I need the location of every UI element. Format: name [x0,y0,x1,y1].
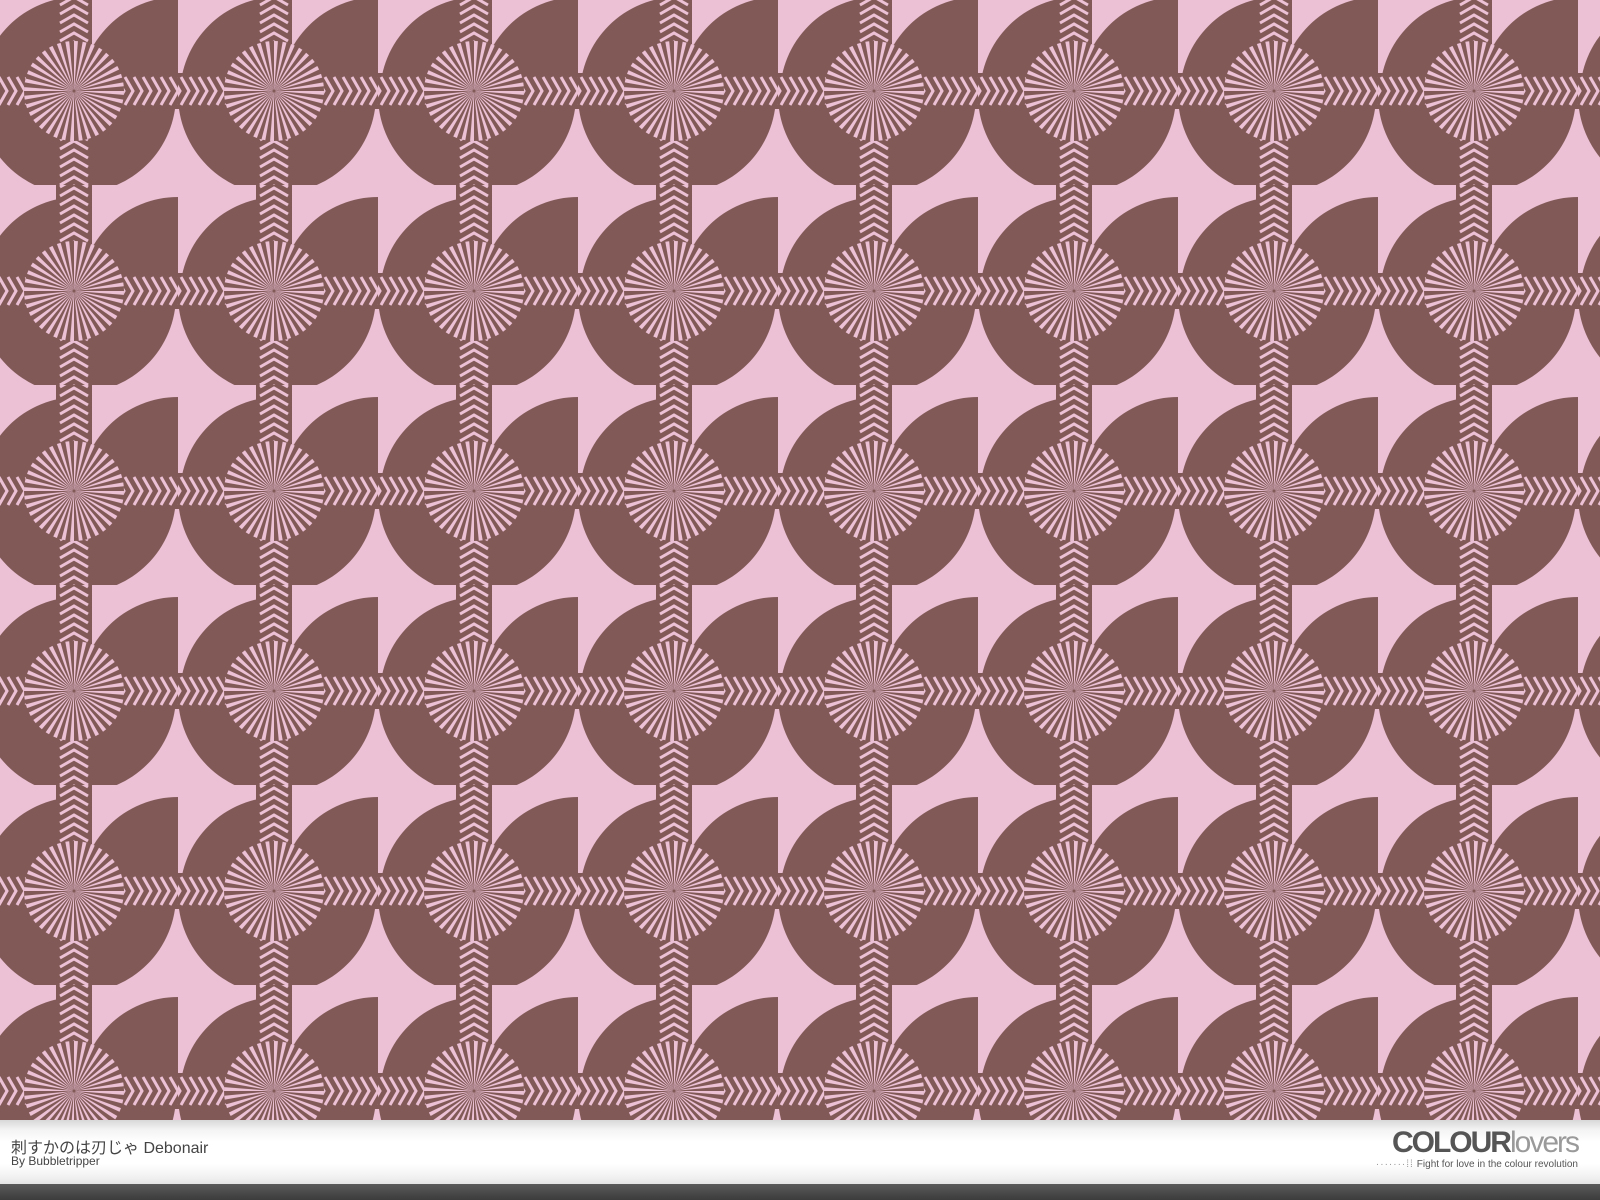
pattern-author: By Bubbletripper [11,1154,100,1168]
brand-tagline: ·······⁞⁞ Fight for love in the colour re… [1376,1159,1578,1170]
footer-bar: 刺すかのは刃じゃ Debonair By Bubbletripper COLOU… [0,1120,1600,1184]
bottom-strip [0,1184,1600,1200]
brand-name: COLOURlovers [1376,1126,1580,1159]
brand-name-primary: COLOUR [1391,1126,1512,1159]
brand-name-secondary: lovers [1509,1126,1580,1159]
pattern-canvas [0,0,1600,1120]
tagline-dots-icon: ·······⁞⁞ [1375,1159,1414,1170]
brand-tagline-text: Fight for love in the colour revolution [1416,1159,1578,1170]
colourlovers-logo[interactable]: COLOURlovers ·······⁞⁞ Fight for love in … [1376,1126,1580,1171]
